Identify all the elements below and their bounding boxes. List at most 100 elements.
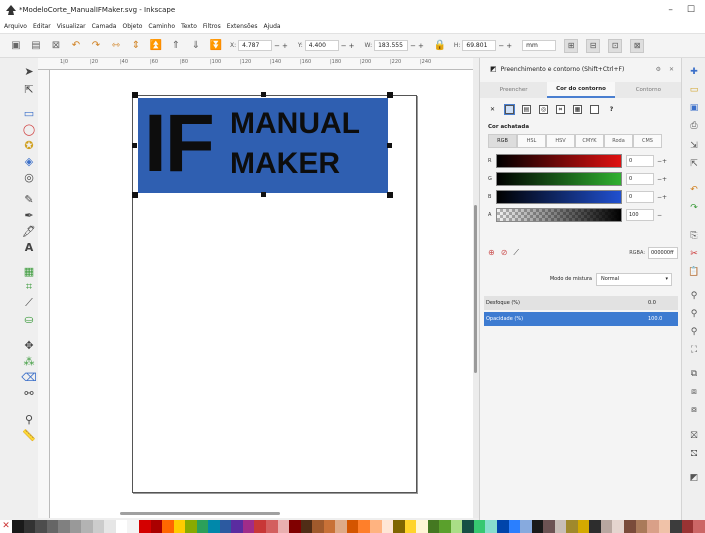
palette-swatch[interactable] (150, 520, 163, 533)
blend-mode-select[interactable]: Normal (596, 272, 672, 286)
tab-stroke-paint[interactable]: Cor do contorno (547, 82, 615, 98)
swatch-icon[interactable] (590, 105, 599, 114)
open-icon[interactable]: ▭ (688, 84, 700, 96)
palette-swatch[interactable] (450, 520, 463, 533)
menu-item-texto[interactable]: Texto (181, 23, 197, 30)
menu-item-objeto[interactable]: Objeto (122, 23, 142, 30)
eraser-tool-icon[interactable]: ⌫ (21, 370, 37, 384)
alpha-stepper[interactable]: − (657, 212, 662, 219)
palette-swatch[interactable] (254, 520, 267, 533)
mode-tab-wheel[interactable]: Roda (604, 134, 633, 148)
palette-swatch[interactable] (393, 520, 405, 533)
cut-icon[interactable]: ✂ (688, 248, 700, 260)
palette-swatch[interactable] (196, 520, 209, 533)
h-stepper[interactable]: −+ (498, 42, 514, 50)
palette-swatch[interactable] (12, 520, 24, 533)
palette-swatch[interactable] (647, 520, 659, 533)
tweak-tool-icon[interactable]: ✥ (22, 338, 36, 352)
blur-row[interactable]: Desfoque (%) 0.0 (484, 296, 678, 310)
vertical-ruler[interactable] (38, 70, 50, 518)
calligraphy-tool-icon[interactable]: 🖋 (22, 224, 36, 238)
menu-item-visualizar[interactable]: Visualizar (57, 23, 86, 30)
deselect-icon[interactable]: ⊠ (50, 40, 62, 52)
w-field[interactable]: W: 183.555 −+ (365, 40, 426, 51)
palette-swatch[interactable] (670, 520, 682, 533)
palette-swatch[interactable] (404, 520, 417, 533)
palette-swatch[interactable] (566, 520, 578, 533)
horizontal-ruler[interactable]: 1|0 |20 |40 |60 |80 |100 |120 |140 |160 … (38, 58, 473, 70)
drawing-canvas[interactable]: IF MANUAL MAKER (50, 70, 473, 518)
blue-stepper[interactable]: −+ (657, 194, 667, 201)
palette-swatch[interactable] (92, 520, 105, 533)
panel-close-icon[interactable]: ✕ (669, 66, 674, 73)
palette-swatch[interactable] (577, 520, 590, 533)
scale-stroke-icon[interactable]: ⊞ (564, 38, 579, 53)
mesh-gradient-icon[interactable]: ⌗ (556, 105, 565, 114)
rotate-cw-icon[interactable]: ↷ (90, 40, 102, 52)
palette-swatch[interactable] (381, 520, 394, 533)
panel-settings-icon[interactable]: ⚙ (656, 66, 661, 73)
red-slider[interactable] (496, 154, 622, 168)
gradient-tool-icon[interactable]: ▦ (22, 264, 36, 278)
y-field[interactable]: Y: 4.400 −+ (298, 40, 357, 51)
palette-swatch[interactable] (520, 520, 532, 533)
scale-handle[interactable] (261, 92, 266, 97)
palette-swatch[interactable] (531, 520, 544, 533)
paint-bucket-tool-icon[interactable]: ⛀ (22, 312, 36, 326)
print-icon[interactable]: ⎙ (688, 120, 700, 132)
palette-swatch[interactable] (58, 520, 70, 533)
selected-artwork[interactable]: IF MANUAL MAKER (138, 98, 388, 193)
spiral-tool-icon[interactable]: ◎ (22, 170, 36, 184)
selector-tool-icon[interactable]: ➤ (22, 64, 36, 78)
palette-swatch[interactable] (23, 520, 36, 533)
palette-swatch[interactable] (589, 520, 601, 533)
spray-tool-icon[interactable]: ⁂ (22, 354, 36, 368)
alpha-slider[interactable] (496, 208, 622, 222)
palette-swatch[interactable] (681, 520, 694, 533)
palette-swatch[interactable] (369, 520, 382, 533)
scale-handle[interactable] (387, 92, 393, 98)
blue-slider[interactable] (496, 190, 622, 204)
menu-item-editar[interactable]: Editar (33, 23, 51, 30)
maximize-icon[interactable]: ☐ (687, 5, 695, 15)
w-input[interactable]: 183.555 (374, 40, 409, 51)
flat-color-icon[interactable] (504, 104, 515, 115)
x-input[interactable]: 4.787 (238, 40, 273, 51)
flip-vertical-icon[interactable]: ⇕ (130, 40, 142, 52)
raise-icon[interactable]: ⇑ (170, 40, 182, 52)
select-all-layers-icon[interactable]: ▤ (30, 40, 42, 52)
menu-item-filtros[interactable]: Filtros (203, 23, 221, 30)
mode-tab-cmyk[interactable]: CMYK (575, 134, 604, 148)
scale-handle[interactable] (132, 92, 138, 98)
unit-select[interactable]: mm (522, 40, 557, 51)
ungroup-icon[interactable]: ⛞ (688, 448, 700, 460)
h-field[interactable]: H: 69.801 −+ (454, 40, 514, 51)
measure-tool-icon[interactable]: 📏 (22, 428, 36, 442)
w-stepper[interactable]: −+ (410, 42, 426, 50)
group-icon[interactable]: ⛝ (688, 430, 700, 442)
palette-swatch[interactable] (300, 520, 313, 533)
scale-handle[interactable] (387, 192, 393, 198)
mode-tab-hsl[interactable]: HSL (517, 134, 546, 148)
palette-swatch[interactable] (554, 520, 567, 533)
lower-icon[interactable]: ⇓ (190, 40, 202, 52)
y-input[interactable]: 4.400 (304, 40, 339, 51)
opacity-value[interactable]: 100.0 (648, 316, 678, 322)
duplicate-icon[interactable]: ⧉ (688, 368, 700, 380)
save-icon[interactable]: ▣ (688, 102, 700, 114)
radial-gradient-icon[interactable]: ◎ (539, 105, 548, 114)
zoom-page-icon[interactable]: ⚲ (688, 326, 700, 338)
transform-gradient-icon[interactable]: ⊡ (608, 38, 623, 53)
rectangle-tool-icon[interactable]: ▭ (22, 106, 36, 120)
green-slider[interactable] (496, 172, 622, 186)
select-all-icon[interactable]: ▣ (10, 40, 22, 52)
scale-handle[interactable] (132, 143, 137, 148)
ellipse-tool-icon[interactable]: ◯ (22, 122, 36, 136)
connector-tool-icon[interactable]: ⚯ (22, 386, 36, 400)
palette-swatch[interactable] (173, 520, 186, 533)
blue-value[interactable]: 0 (626, 191, 654, 203)
unset-paint-icon[interactable]: ? (607, 105, 616, 114)
node-tool-icon[interactable]: ⇱ (22, 82, 36, 96)
pen-tool-icon[interactable]: ✒ (22, 208, 36, 222)
palette-swatch[interactable] (543, 520, 555, 533)
